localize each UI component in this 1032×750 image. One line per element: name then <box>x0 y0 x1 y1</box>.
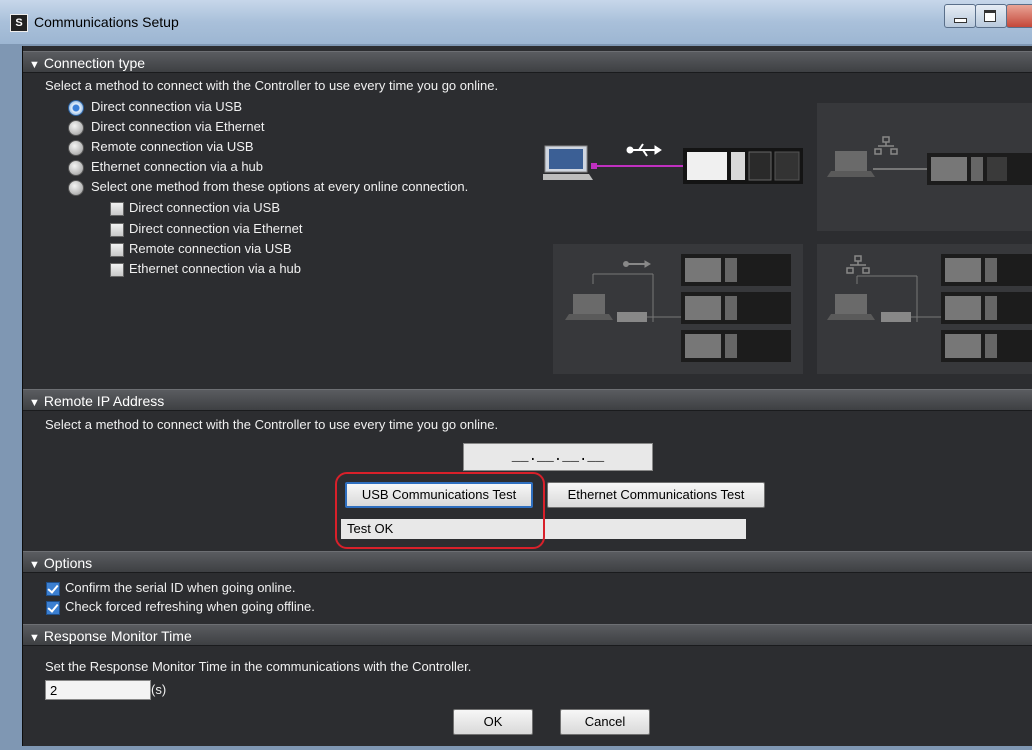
radio-label: Remote connection via USB <box>91 139 254 154</box>
section-title: Response Monitor Time <box>43 628 192 644</box>
window-title: Communications Setup <box>34 14 179 30</box>
radio-label: Ethernet connection via a hub <box>91 159 264 174</box>
checkbox-label: Direct connection via USB <box>129 200 281 215</box>
section-title: Options <box>43 555 93 571</box>
checkbox-label: Direct connection via Ethernet <box>129 221 303 236</box>
minimize-button[interactable] <box>944 4 976 28</box>
ok-button[interactable]: OK <box>453 709 533 735</box>
title-bar: S Communications Setup <box>0 0 1032 44</box>
checkbox-label: Confirm the serial ID when going online. <box>65 580 296 595</box>
diagram-direct-usb <box>543 143 803 184</box>
collapse-triangle-icon: ▼ <box>29 59 40 71</box>
section-header-response-monitor[interactable]: ▼ Response Monitor Time <box>23 624 1032 646</box>
checkbox-check-forced-refresh[interactable] <box>46 601 60 615</box>
section-header-options[interactable]: ▼ Options <box>23 551 1032 573</box>
checkbox-label: Ethernet connection via a hub <box>129 261 302 276</box>
checkbox-sub-ethernet-hub[interactable] <box>110 263 124 277</box>
radio-direct-ethernet[interactable] <box>68 120 84 136</box>
response-time-unit: (s) <box>151 682 167 697</box>
ethernet-communications-test-button[interactable]: Ethernet Communications Test <box>547 482 765 508</box>
communications-setup-window: S Communications Setup ▼ Connection type … <box>0 0 1032 750</box>
controller-rack-icon <box>683 148 803 184</box>
checkbox-sub-direct-ethernet[interactable] <box>110 223 124 237</box>
checkbox-sub-remote-usb[interactable] <box>110 243 124 257</box>
checkbox-label: Remote connection via USB <box>129 241 292 256</box>
collapse-triangle-icon: ▼ <box>29 632 40 644</box>
collapse-triangle-icon: ▼ <box>29 559 40 571</box>
cancel-button[interactable]: Cancel <box>560 709 650 735</box>
red-highlight-annotation <box>335 472 545 549</box>
section-header-connection-type[interactable]: ▼ Connection type <box>23 51 1032 73</box>
connection-type-description: Select a method to connect with the Cont… <box>45 78 499 93</box>
laptop-icon <box>543 145 593 180</box>
remote-ip-description: Select a method to connect with the Cont… <box>45 417 499 432</box>
radio-select-each-time[interactable] <box>68 180 84 196</box>
section-title: Connection type <box>43 55 146 71</box>
checkbox-confirm-serial-id[interactable] <box>46 582 60 596</box>
response-time-input[interactable]: 2 <box>45 680 151 700</box>
radio-ethernet-hub[interactable] <box>68 160 84 176</box>
usb-symbol-icon <box>626 143 662 157</box>
collapse-triangle-icon: ▼ <box>29 397 40 409</box>
section-header-remote-ip[interactable]: ▼ Remote IP Address <box>23 389 1032 411</box>
radio-remote-usb[interactable] <box>68 140 84 156</box>
radio-label: Direct connection via Ethernet <box>91 119 265 134</box>
checkbox-label: Check forced refreshing when going offli… <box>65 599 315 614</box>
radio-label: Direct connection via USB <box>91 99 243 114</box>
response-monitor-description: Set the Response Monitor Time in the com… <box>45 659 472 674</box>
diagram-remote-usb <box>553 244 803 374</box>
dialog-body: ▼ Connection type Select a method to conn… <box>22 46 1032 746</box>
radio-label: Select one method from these options at … <box>91 179 469 194</box>
radio-direct-usb[interactable] <box>68 100 84 116</box>
checkbox-sub-direct-usb[interactable] <box>110 202 124 216</box>
diagram-ethernet-hub <box>817 244 1032 374</box>
close-button[interactable] <box>1006 4 1032 28</box>
maximize-button[interactable] <box>975 4 1007 28</box>
app-icon: S <box>10 14 28 32</box>
ip-address-input[interactable]: __.__.__.__ <box>463 443 653 471</box>
section-title: Remote IP Address <box>43 393 165 409</box>
diagram-direct-ethernet <box>817 103 1032 231</box>
